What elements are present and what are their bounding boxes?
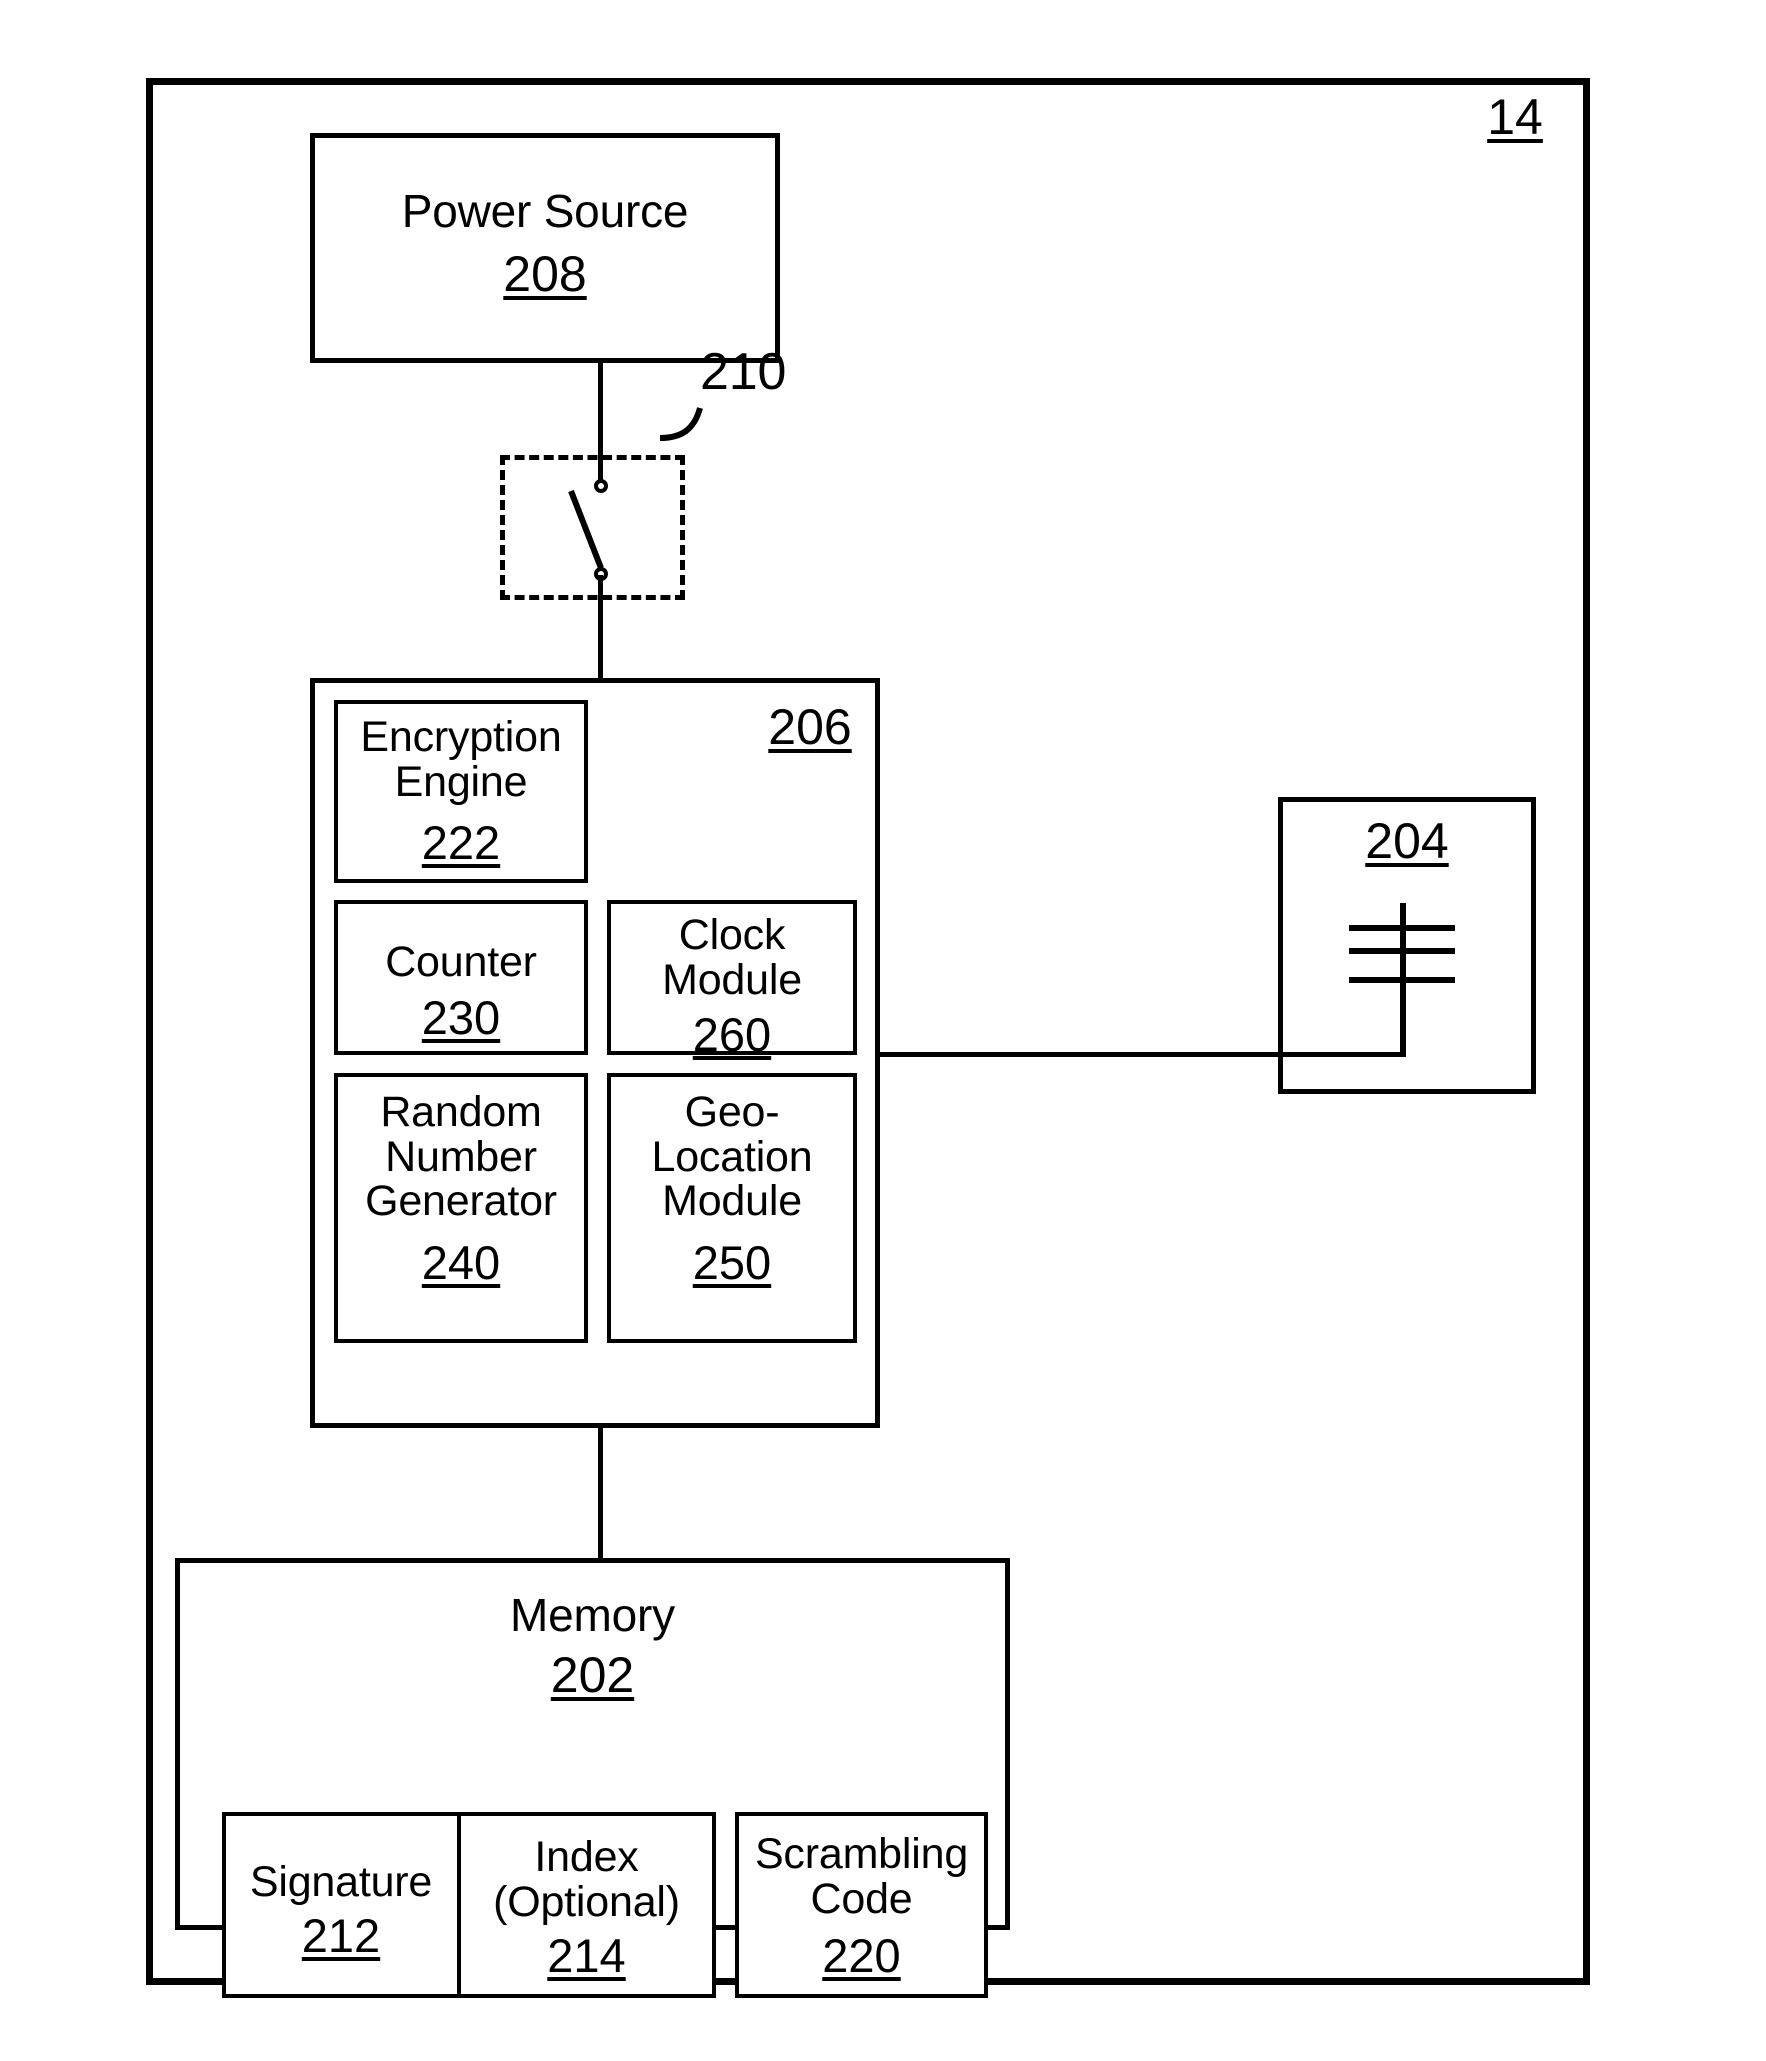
power-source-numeral: 208 — [503, 246, 587, 302]
wire-antenna-riser — [1400, 1050, 1405, 1057]
memory-title: Memory — [510, 1589, 675, 1641]
geo-location-module-numeral: 250 — [692, 1236, 772, 1289]
wire-switch-to-processor — [598, 575, 603, 680]
counter-title: Counter — [385, 938, 537, 986]
geo-location-module-title: Geo- Location Module — [651, 1088, 813, 1226]
scrambling-code-title: Scrambling Code — [754, 1830, 969, 1923]
switch-top-contact-node — [594, 479, 608, 493]
memory-numeral: 202 — [550, 1647, 635, 1703]
patent-figure: 14 Power Source 208 210 206 Encryption E… — [0, 0, 1766, 2061]
antenna-icon-bar-top — [1349, 925, 1455, 931]
random-number-generator-numeral: 240 — [421, 1236, 501, 1289]
index-numeral: 214 — [547, 1929, 626, 1982]
encryption-engine-title: Encryption Engine — [360, 713, 562, 806]
antenna-icon-bar-middle — [1349, 948, 1455, 954]
processor-numeral-206: 206 — [768, 699, 852, 755]
index-title: Index (Optional) — [493, 1833, 680, 1926]
signature-numeral: 212 — [301, 1909, 381, 1962]
scrambling-code-numeral: 220 — [822, 1929, 901, 1982]
antenna-icon-bar-bottom — [1349, 977, 1455, 983]
random-number-generator-title: Random Number Generator — [365, 1088, 557, 1226]
antenna-numeral-204: 204 — [1365, 813, 1449, 869]
clock-module-numeral: 260 — [692, 1008, 772, 1061]
switch-dashed-enclosure — [500, 455, 685, 600]
counter-numeral: 230 — [421, 991, 501, 1044]
switch-numeral-210: 210 — [700, 343, 787, 401]
clock-module-title: Clock Module — [662, 911, 802, 1004]
encryption-engine-numeral: 222 — [421, 816, 501, 869]
power-source-title: Power Source — [401, 185, 689, 237]
signature-title: Signature — [249, 1858, 433, 1906]
wire-processor-to-antenna — [878, 1052, 1406, 1057]
figure-reference-numeral-14: 14 — [1487, 89, 1543, 145]
wire-processor-to-memory — [598, 1423, 603, 1563]
